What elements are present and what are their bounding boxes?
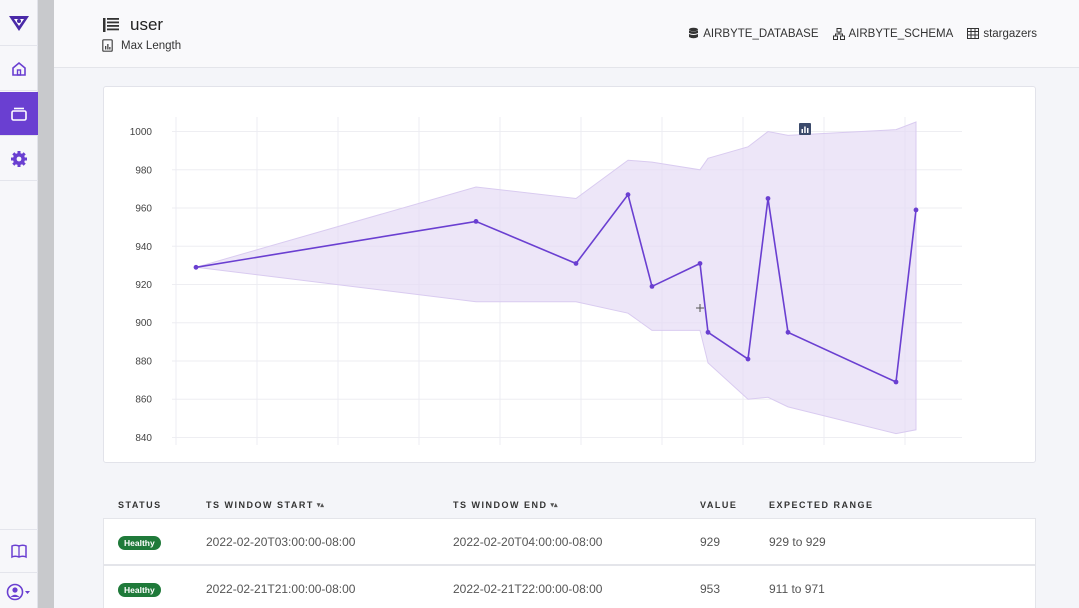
zoom-button[interactable] xyxy=(799,123,831,137)
col-ts-window-end[interactable]: TS WINDOW END ▾▴ xyxy=(453,500,558,510)
page-header: user Max Length AIRBYTE_DATABASE AIRBYTE… xyxy=(54,0,1079,68)
y-tick-label: 860 xyxy=(135,395,152,406)
reset-axes-button[interactable] xyxy=(800,123,965,137)
data-point xyxy=(649,284,655,289)
table-icon xyxy=(967,28,980,39)
sidebar-item-docs[interactable] xyxy=(0,529,38,573)
data-point xyxy=(573,261,579,266)
status-badge: Healthy xyxy=(118,583,161,597)
list-icon xyxy=(103,18,119,32)
logo-icon xyxy=(9,15,29,31)
cell-ts-end: 2022-02-21T22:00:00-08:00 xyxy=(453,582,603,596)
sidebar-item-account[interactable] xyxy=(0,570,38,608)
autoscale-button[interactable] xyxy=(799,123,947,137)
data-point xyxy=(785,329,791,335)
cell-ts-start: 2022-02-20T03:00:00-08:00 xyxy=(206,535,356,549)
gutter xyxy=(38,0,54,608)
plotly-logo-icon xyxy=(799,123,811,135)
page-title: user xyxy=(130,15,164,34)
chart-modebar xyxy=(799,123,993,137)
chart-card: 840 860 880 900 920 940 960 980 1000 xyxy=(103,86,1036,463)
data-point xyxy=(893,379,899,385)
y-tick-label: 880 xyxy=(135,356,152,367)
metric-chart[interactable]: 840 860 880 900 920 940 960 980 1000 xyxy=(104,87,1037,464)
cell-expected-range: 911 to 971 xyxy=(769,582,825,596)
y-tick-label: 920 xyxy=(135,280,152,291)
zoom-in-button[interactable] xyxy=(799,123,911,137)
plotly-logo-button[interactable] xyxy=(799,123,993,137)
breadcrumb: AIRBYTE_DATABASE AIRBYTE_SCHEMA stargaze… xyxy=(688,27,1037,40)
lasso-button[interactable] xyxy=(800,123,885,137)
schema-icon xyxy=(832,27,845,40)
sort-icon: ▾▴ xyxy=(550,502,558,509)
y-tick-label: 960 xyxy=(135,204,152,215)
crumb-schema[interactable]: AIRBYTE_SCHEMA xyxy=(832,27,954,40)
box-select-button[interactable] xyxy=(799,123,867,137)
y-tick-label: 1000 xyxy=(130,127,153,138)
metric-name: Max Length xyxy=(121,39,182,52)
y-tick-label: 840 xyxy=(135,433,152,444)
col-value: VALUE xyxy=(700,500,738,510)
crumb-table[interactable]: stargazers xyxy=(967,28,1037,40)
data-point xyxy=(913,207,919,213)
crumb-database[interactable]: AIRBYTE_DATABASE xyxy=(688,27,819,40)
data-point xyxy=(473,219,479,224)
home-icon xyxy=(12,61,26,76)
data-point xyxy=(765,196,771,201)
y-tick-label: 980 xyxy=(135,165,152,176)
cell-value: 953 xyxy=(700,582,721,596)
status-badge: Healthy xyxy=(118,536,161,550)
data-point xyxy=(745,356,751,362)
crumb-schema-label: AIRBYTE_SCHEMA xyxy=(848,27,954,40)
database-icon xyxy=(689,27,699,39)
table-row[interactable]: Healthy 2022-02-21T21:00:00-08:00 2022-0… xyxy=(103,565,1036,608)
layers-icon xyxy=(11,107,27,121)
expected-range-band xyxy=(195,121,917,435)
table-row[interactable]: Healthy 2022-02-20T03:00:00-08:00 2022-0… xyxy=(103,518,1036,565)
metric-icon xyxy=(102,39,113,52)
table-header: STATUS TS WINDOW START ▾▴ TS WINDOW END ▾▴… xyxy=(103,496,1036,518)
cell-ts-end: 2022-02-20T04:00:00-08:00 xyxy=(453,535,603,549)
gear-icon xyxy=(11,150,27,167)
cell-expected-range: 929 to 929 xyxy=(769,535,826,549)
crumb-table-label: stargazers xyxy=(983,27,1037,40)
data-point xyxy=(625,192,631,198)
col-ts-window-start[interactable]: TS WINDOW START ▾▴ xyxy=(206,500,324,510)
crumb-database-label: AIRBYTE_DATABASE xyxy=(703,27,819,40)
user-icon xyxy=(6,583,30,601)
cell-ts-start: 2022-02-21T21:00:00-08:00 xyxy=(206,582,356,596)
pan-button[interactable] xyxy=(799,123,849,137)
logo[interactable] xyxy=(0,0,38,46)
sidebar xyxy=(0,0,38,608)
col-status: STATUS xyxy=(118,500,162,510)
y-tick-label: 900 xyxy=(135,318,152,329)
y-tick-label: 940 xyxy=(135,242,152,253)
sidebar-item-settings[interactable] xyxy=(0,137,38,181)
zoom-out-button[interactable] xyxy=(799,123,929,137)
sort-icon: ▾▴ xyxy=(316,502,324,509)
data-point xyxy=(705,329,711,335)
sidebar-item-home[interactable] xyxy=(0,47,38,91)
sidebar-item-datasets[interactable] xyxy=(0,92,38,136)
data-point xyxy=(697,261,703,266)
data-point xyxy=(193,264,199,270)
cell-value: 929 xyxy=(700,535,721,549)
col-expected-range: EXPECTED RANGE xyxy=(769,500,874,510)
book-icon xyxy=(11,544,27,559)
